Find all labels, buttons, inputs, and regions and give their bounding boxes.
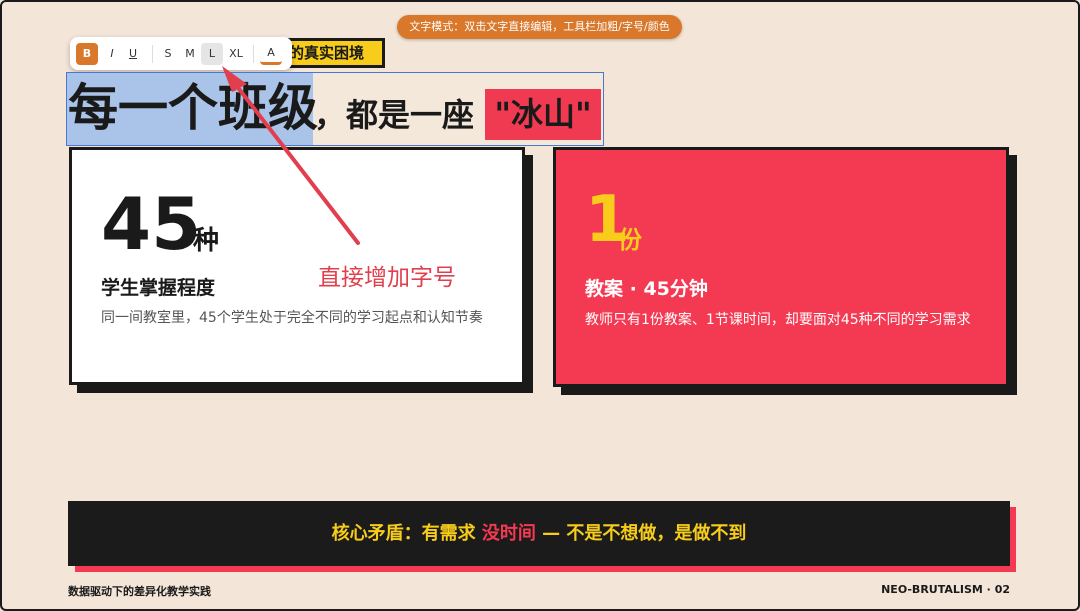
card-description[interactable]: 教师只有1份教案、1节课时间，却要面对45种不同的学习需求: [585, 308, 985, 332]
core-conflict-bar[interactable]: 核心矛盾：有需求 没时间 — 不是不想做，是做不到: [68, 501, 1010, 566]
italic-button[interactable]: I: [102, 43, 122, 65]
stat-card-students[interactable]: 45 种 学生掌握程度 同一间教室里，45个学生处于完全不同的学习起点和认知节奏: [69, 147, 525, 385]
card-title[interactable]: 学生掌握程度: [101, 273, 215, 300]
heading-selected-text[interactable]: 每一个班级: [68, 78, 318, 138]
bar-red-text: 没时间: [481, 523, 536, 544]
stat-unit[interactable]: 份: [618, 220, 642, 255]
size-s-button[interactable]: S: [157, 43, 179, 65]
annotation-text: 直接增加字号: [318, 265, 456, 291]
footer-page: NEO-BRUTALISM · 02: [881, 583, 1010, 596]
bar-prefix: 核心矛盾：有需求: [331, 523, 476, 544]
format-toolbar: B I U S M L XL A: [70, 37, 292, 70]
stat-number[interactable]: 45: [101, 188, 201, 260]
size-l-button[interactable]: L: [201, 42, 223, 65]
section-tag-label: 的真实困境: [289, 44, 365, 62]
mode-hint-pill: 文字模式：双击文字直接编辑，工具栏加粗/字号/颜色: [397, 15, 682, 39]
bar-suffix: — 不是不想做，是做不到: [542, 523, 747, 544]
heading-highlight[interactable]: "冰山": [485, 89, 601, 140]
card-title[interactable]: 教案 · 45分钟: [585, 274, 708, 301]
toolbar-divider: [152, 44, 153, 63]
size-xl-button[interactable]: XL: [223, 43, 249, 65]
footer-title: 数据驱动下的差异化教学实践: [68, 585, 211, 598]
heading-text[interactable]: ，都是一座: [314, 92, 474, 138]
text-color-button[interactable]: A: [260, 43, 282, 65]
underline-button[interactable]: U: [122, 43, 144, 65]
stat-unit[interactable]: 种: [193, 220, 219, 257]
card-description[interactable]: 同一间教室里，45个学生处于完全不同的学习起点和认知节奏: [101, 306, 493, 330]
bold-button[interactable]: B: [76, 42, 98, 65]
stat-card-lesson-plan[interactable]: 1 份 教案 · 45分钟 教师只有1份教案、1节课时间，却要面对45种不同的学…: [553, 147, 1009, 387]
size-m-button[interactable]: M: [179, 43, 201, 65]
toolbar-divider: [253, 44, 254, 63]
